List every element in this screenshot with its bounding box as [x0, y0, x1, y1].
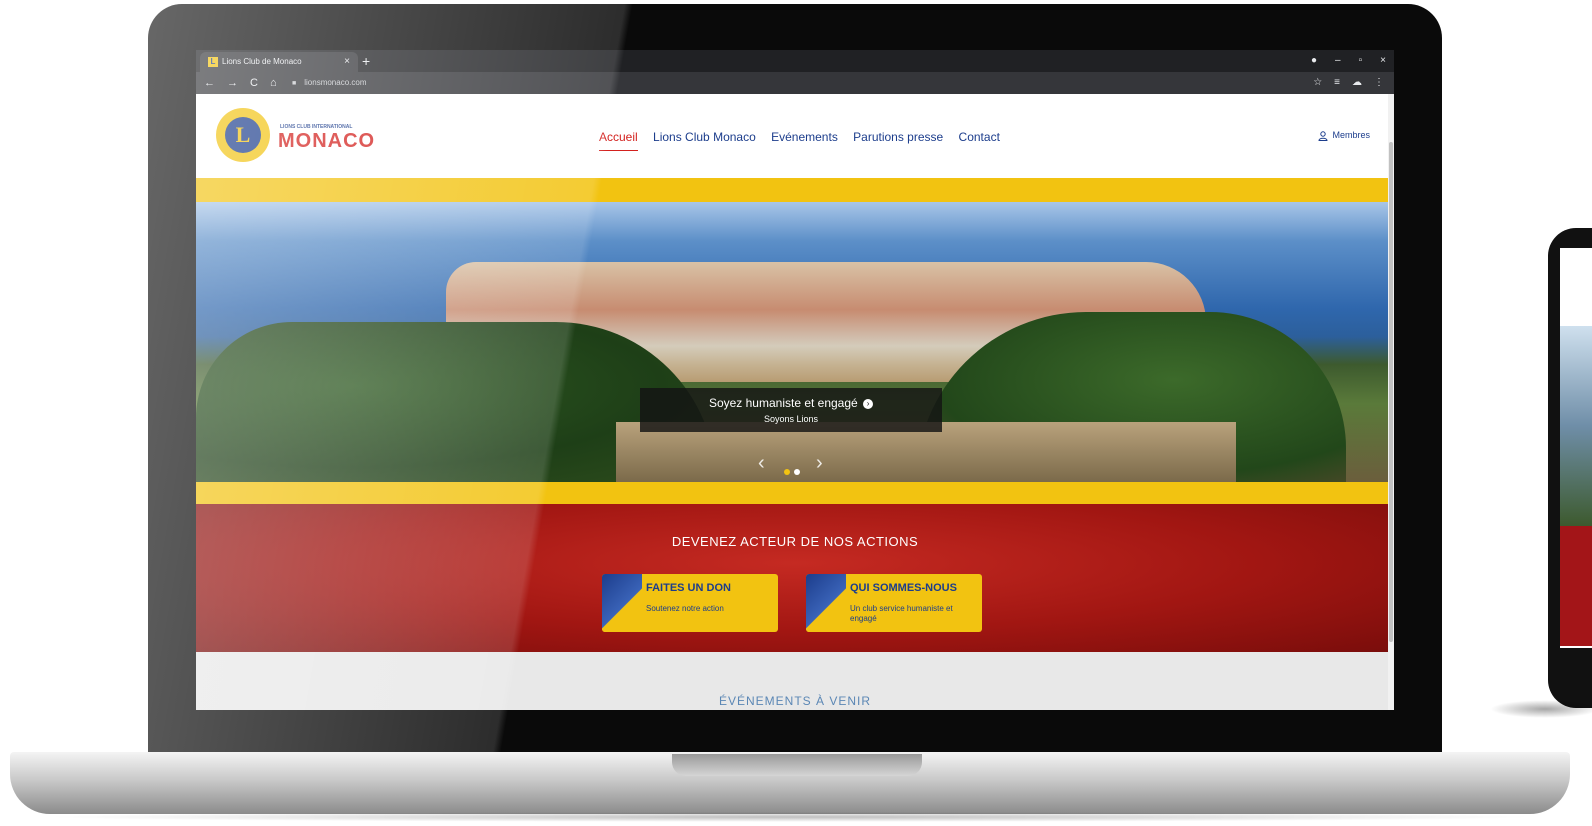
scrollbar-thumb[interactable]	[1389, 142, 1393, 642]
browser-toolbar: ← → C ⌂ ■ lionsmonaco.com ☆ ≡ ☁ ⋮	[196, 72, 1394, 94]
navigation-buttons: ← → C ⌂	[204, 72, 289, 94]
browser-tab-bar: L Lions Club de Monaco × + ● – ▫ ×	[196, 50, 1394, 72]
url-text: lionsmonaco.com	[304, 78, 367, 87]
back-icon[interactable]: ←	[204, 77, 215, 89]
about-title: QUI SOMMES-NOUS	[850, 582, 957, 594]
slider-prev-icon[interactable]: ‹	[758, 452, 765, 475]
phone-red-section	[1560, 526, 1592, 646]
nav-evenements[interactable]: Evénements	[771, 130, 838, 144]
laptop-notch	[672, 754, 922, 776]
nav-lions-club-monaco[interactable]: Lions Club Monaco	[653, 130, 756, 144]
lions-logo[interactable]: L	[216, 108, 270, 162]
lions-favicon-icon: L	[208, 56, 218, 67]
hero-slider: Soyez humaniste et engagé › Soyons Lions…	[196, 202, 1394, 482]
phone-hero-image	[1560, 326, 1592, 526]
about-button[interactable]: QUI SOMMES-NOUS Un club service humanist…	[806, 574, 982, 632]
reload-icon[interactable]: C	[250, 77, 258, 89]
logo-text[interactable]: MONACO	[278, 130, 375, 153]
hero-caption-subtitle: Soyons Lions	[763, 414, 819, 424]
new-tab-button[interactable]: +	[362, 52, 370, 70]
user-icon	[1318, 130, 1328, 141]
address-bar[interactable]: ■ lionsmonaco.com	[292, 76, 366, 90]
arrow-circle-icon: ›	[863, 398, 874, 409]
menu-icon[interactable]: ⋮	[1374, 77, 1384, 88]
laptop-screen: L Lions Club de Monaco × + ● – ▫ × ← → C ⌂ ■ lio…	[196, 50, 1394, 710]
tab-close-icon[interactable]: ×	[344, 52, 350, 72]
yellow-divider-bottom	[196, 482, 1394, 504]
donate-button[interactable]: FAITES UN DON Soutenez notre action	[602, 574, 778, 632]
home-icon[interactable]: ⌂	[270, 77, 277, 89]
close-window-button[interactable]: ×	[1380, 55, 1386, 66]
actions-title: DEVENEZ ACTEUR DE NOS ACTIONS	[671, 534, 919, 549]
about-subtitle: Un club service humaniste et engagé	[850, 604, 953, 623]
yellow-divider-top	[196, 178, 1394, 202]
hero-caption[interactable]: Soyez humaniste et engagé › Soyons Lions	[640, 388, 942, 432]
slider-dot-1[interactable]	[784, 469, 790, 475]
actions-section: DEVENEZ ACTEUR DE NOS ACTIONS FAITES UN …	[196, 504, 1394, 652]
slider-dots	[784, 462, 804, 480]
bookmark-star-icon[interactable]: ☆	[1313, 77, 1322, 88]
members-link[interactable]: Membres	[1318, 130, 1370, 141]
maximize-button[interactable]: ▫	[1359, 55, 1363, 66]
page-scrollbar[interactable]	[1388, 94, 1394, 710]
site-header: L LIONS CLUB INTERNATIONAL MONACO Accuei…	[196, 94, 1394, 178]
members-label: Membres	[1332, 130, 1370, 140]
toolbar-icons: ☆ ≡ ☁ ⋮	[1301, 72, 1384, 94]
nav-contact[interactable]: Contact	[959, 130, 1000, 144]
events-section: ÉVÉNEMENTS À VENIR	[196, 652, 1394, 710]
forward-icon[interactable]: →	[227, 77, 238, 89]
lion-head-icon	[806, 574, 846, 632]
slider-next-icon[interactable]: ›	[816, 452, 823, 475]
window-controls: ● – ▫ ×	[1293, 52, 1386, 70]
nav-parutions-presse[interactable]: Parutions presse	[853, 130, 943, 144]
browser-tab[interactable]: L Lions Club de Monaco ×	[200, 52, 358, 72]
minimize-button[interactable]: –	[1335, 55, 1341, 66]
tab-title: Lions Club de Monaco	[222, 57, 302, 66]
donate-subtitle: Soutenez notre action	[646, 604, 724, 613]
lion-head-icon	[602, 574, 642, 632]
slider-dot-2[interactable]	[794, 469, 800, 475]
phone-shadow	[1490, 700, 1592, 718]
main-navigation: Accueil Lions Club Monaco Evénements Par…	[599, 130, 1012, 151]
nav-accueil[interactable]: Accueil	[599, 130, 638, 151]
lions-logo-emblem: L	[225, 117, 261, 153]
extension-icon[interactable]: ☁	[1352, 77, 1362, 88]
events-title: ÉVÉNEMENTS À VENIR	[718, 694, 872, 708]
lock-icon: ■	[292, 80, 297, 87]
profile-icon[interactable]: ●	[1311, 55, 1317, 66]
hero-caption-title: Soyez humaniste et engagé	[708, 396, 858, 410]
reading-list-icon[interactable]: ≡	[1334, 77, 1340, 88]
laptop-shadow	[40, 812, 1540, 822]
donate-title: FAITES UN DON	[646, 582, 731, 594]
